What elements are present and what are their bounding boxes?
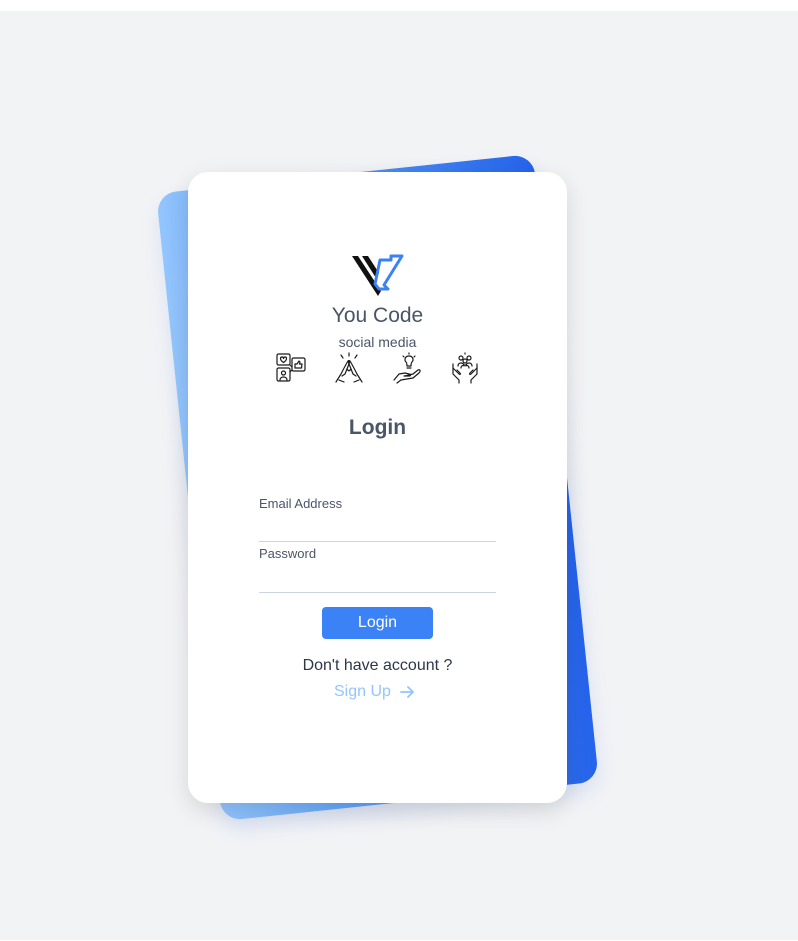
youcode-logo-icon [352, 254, 404, 296]
email-label: Email Address [259, 496, 343, 511]
feature-icon-row [274, 352, 484, 384]
brand-title: You Code [331, 304, 424, 327]
login-heading: Login [348, 416, 407, 439]
high-five-icon [335, 352, 363, 383]
brand-subtitle: social media [338, 334, 417, 350]
community-hands-icon [452, 352, 478, 384]
social-media-icon [276, 353, 306, 382]
idea-hand-icon [393, 352, 421, 384]
no-account-prompt: Don't have account ? [302, 657, 453, 674]
login-card: You Code social media Login Email Addres… [188, 172, 567, 803]
login-button[interactable]: Login [322, 607, 433, 639]
sign-up-link[interactable]: Sign Up [334, 682, 415, 702]
sign-up-label: Sign Up [334, 683, 391, 700]
password-field[interactable] [259, 570, 496, 593]
email-field[interactable] [259, 519, 496, 542]
arrow-right-icon [400, 686, 414, 698]
password-label: Password [259, 546, 317, 561]
